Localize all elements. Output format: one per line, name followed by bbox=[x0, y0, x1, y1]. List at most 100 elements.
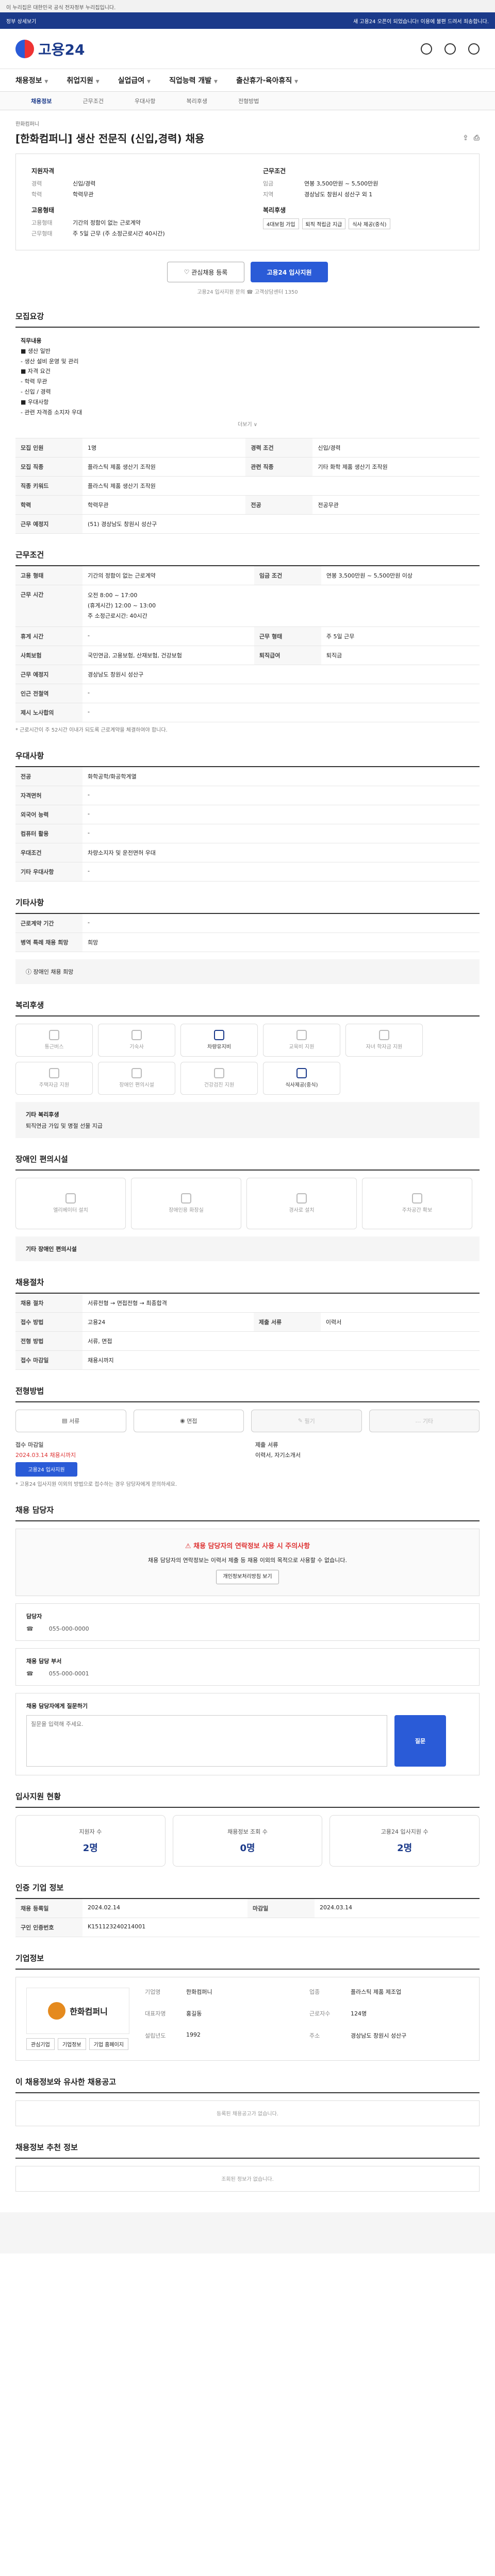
time-line: (휴게시간) 12:00 ~ 13:00 bbox=[88, 602, 156, 609]
recommend-empty: 조회된 정보가 없습니다. bbox=[15, 2165, 480, 2192]
row-value: 이력서 bbox=[320, 1312, 480, 1332]
elevator-icon bbox=[65, 1193, 76, 1204]
gnb-item[interactable]: 취업지원 ▼ bbox=[67, 75, 99, 86]
menu-icon[interactable] bbox=[468, 43, 480, 55]
tab-welfare[interactable]: 복리후생 bbox=[186, 97, 207, 105]
process-section: 채용절차 채용 절차 서류전형 → 면접전형 → 최종합격 접수 방법 고용24 제출… bbox=[15, 1277, 480, 1370]
row-value: 124명 bbox=[351, 2010, 367, 2018]
row-value: - bbox=[82, 862, 480, 882]
conditions-section: 근무조건 고용 형태 기간의 정함이 없는 근로계약 임금 조건 연봉 3,500만원… bbox=[15, 549, 480, 734]
user-icon[interactable] bbox=[444, 43, 456, 55]
welfare-label: 기숙사 bbox=[129, 1044, 144, 1050]
row-value: 고용24 bbox=[82, 1312, 254, 1332]
duty-line: ■ 자격 요건 bbox=[21, 368, 51, 375]
time-line: 오전 8:00 ~ 17:00 bbox=[88, 592, 138, 599]
manager-warning: ⚠ 채용 담당자의 연락정보 사용 시 주의사항 채용 담당자의 연락정보는 이… bbox=[15, 1528, 480, 1596]
tab-preference[interactable]: 우대사항 bbox=[135, 97, 155, 105]
row-value: 플라스틱 제품 제조업 bbox=[351, 1988, 402, 1995]
graduation-cap-icon bbox=[379, 1030, 389, 1041]
section-heading: 인증 기업 정보 bbox=[15, 1882, 480, 1899]
apply-button[interactable]: 고용24 입사지원 bbox=[251, 262, 328, 282]
row-value: 차량소지자 및 운전면허 우대 bbox=[82, 843, 480, 862]
company-logo-text: 한화컴퍼니 bbox=[70, 2006, 108, 2016]
table-row: 휴게 시간 - 근무 형태 주 5일 근무 bbox=[15, 626, 480, 646]
row-key: 근무 형태 bbox=[254, 626, 321, 646]
disabled-section: 장애인 편의시설 엘리베이터 설치 장애인용 화장실 경사로 설치 주차공간 확… bbox=[15, 1154, 480, 1261]
chevron-down-icon: ▼ bbox=[44, 79, 48, 84]
welfare-other: 기타 복리후생 퇴직연금 가입 및 명절 선물 지급 bbox=[15, 1101, 480, 1138]
table-row: 접수 방법 고용24 제출 서류 이력서 bbox=[15, 1312, 480, 1332]
manager-title: 담당자 bbox=[26, 1613, 42, 1620]
stat-label: 지원자 수 bbox=[79, 1828, 102, 1835]
privacy-policy-button[interactable]: 개인정보처리방침 보기 bbox=[216, 1569, 279, 1584]
disabled-item: 경사로 설치 bbox=[246, 1177, 357, 1229]
question-input[interactable] bbox=[26, 1715, 387, 1767]
interest-button[interactable]: ♡ 관심채용 등록 bbox=[167, 262, 244, 282]
job-actions: ♡ 관심채용 등록 고용24 입사지원 bbox=[15, 262, 480, 282]
search-icon[interactable] bbox=[421, 43, 432, 55]
gnb-item[interactable]: 직업능력 개발 ▼ bbox=[169, 75, 218, 86]
company-info-button[interactable]: 기업정보 bbox=[57, 2038, 86, 2050]
apply-small-button[interactable]: 고용24 입사지원 bbox=[15, 1462, 77, 1477]
info-table: 채용 등록일 2024.02.14 마감일 2024.03.14 구인 인증번호 K15… bbox=[15, 1899, 480, 1937]
summary-key: 임금 bbox=[263, 180, 274, 187]
row-key: 접수 방법 bbox=[15, 1312, 82, 1332]
welfare-item: 통근버스 bbox=[15, 1023, 93, 1057]
method-other: … 기타 bbox=[369, 1409, 480, 1432]
row-value: 플라스틱 제품 생산기 조작원 bbox=[82, 476, 480, 496]
site-logo[interactable]: 고용24 bbox=[15, 39, 85, 59]
row-value: - bbox=[82, 805, 480, 824]
recruit-table: 모집 인원 1명 경력 조건 신입/경력 모집 직종 플라스틱 제품 생산기 조작원 관련… bbox=[15, 438, 480, 534]
apply-section: 전형방법 ▤ 서류 ◉ 면접 ✎ 필기 … 기타 접수 마감일 2024.03.… bbox=[15, 1385, 480, 1489]
gnb-item[interactable]: 채용정보 ▼ bbox=[15, 75, 48, 86]
row-value: - bbox=[82, 824, 480, 843]
row-value: 학력무관 bbox=[82, 495, 246, 515]
document-icon: ▤ bbox=[62, 1417, 70, 1425]
gnb-item[interactable]: 실업급여 ▼ bbox=[118, 75, 151, 86]
table-row: 모집 인원 1명 경력 조건 신입/경력 bbox=[15, 438, 480, 458]
row-value: 1992 bbox=[186, 2031, 201, 2038]
company-name: 한화컴퍼니 bbox=[15, 122, 39, 127]
apply-note: 고용24 입사지원 문의 ☎ 고객상담센터 1350 bbox=[197, 290, 298, 295]
question-submit-button[interactable]: 질문 bbox=[394, 1715, 446, 1767]
summary-heading: 근무조건 bbox=[263, 167, 286, 175]
row-key: 우대조건 bbox=[15, 843, 82, 862]
stat-card: 지원자 수 2명 bbox=[15, 1815, 166, 1867]
deadline-value: 2024.03.14 채용시까지 bbox=[15, 1451, 76, 1459]
other-extra-text: 장애인 채용 희망 bbox=[33, 968, 74, 975]
print-icon[interactable]: ⎙ bbox=[474, 134, 480, 142]
benefit-tag: 식사 제공(중식) bbox=[349, 218, 390, 229]
recommend-section: 채용정보 추천 정보 조회된 정보가 없습니다. bbox=[15, 2142, 480, 2192]
disabled-label: 주차공간 확보 bbox=[402, 1208, 433, 1214]
section-title: 근무조건 bbox=[15, 550, 44, 560]
stats-section: 입사지원 현황 지원자 수 2명 채용정보 조회 수 0명 고용24 입사지원 수 2… bbox=[15, 1791, 480, 1867]
share-icon[interactable]: ⇪ bbox=[463, 134, 469, 142]
welfare-label: 장애인 편의시설 bbox=[119, 1082, 154, 1089]
phone-icon: ☎ bbox=[26, 1670, 34, 1677]
notice-right-text[interactable]: 새 고용24 오픈이 되었습니다! 이용에 불편 드려서 죄송합니다. bbox=[353, 17, 489, 25]
deadline-label: 접수 마감일 bbox=[15, 1441, 44, 1448]
ramp-icon bbox=[296, 1193, 307, 1204]
section-heading: 채용절차 bbox=[15, 1277, 480, 1294]
tab-process[interactable]: 전형방법 bbox=[238, 97, 259, 105]
gnb-item[interactable]: 출산휴가·육아휴직 ▼ bbox=[236, 75, 298, 86]
apply-note: * 고용24 입사지원 이외의 방법으로 접수하는 경우 담당자에게 문의하세요… bbox=[15, 1481, 177, 1487]
more-button[interactable]: 더보기 ∨ bbox=[21, 420, 474, 430]
row-key: 학력 bbox=[15, 495, 82, 515]
company-card: 한화컴퍼니 관심기업 기업정보 기업 홈페이지 기업명 한화컴퍼니 업종 플라스틱 제… bbox=[15, 1976, 480, 2061]
job-title: [한화컴퍼니] 생산 전문직 (신입,경력) 채용 bbox=[15, 132, 205, 145]
similar-empty: 등록된 채용공고가 없습니다. bbox=[15, 2100, 480, 2126]
section-heading: 채용 담당자 bbox=[15, 1504, 480, 1521]
row-value: 채용시까지 bbox=[82, 1350, 480, 1370]
accessibility-icon bbox=[131, 1068, 142, 1079]
tab-conditions[interactable]: 근무조건 bbox=[82, 97, 103, 105]
method-label: 면접 bbox=[187, 1417, 197, 1425]
company-logo: 한화컴퍼니 bbox=[26, 1987, 129, 2034]
section-title: 복리후생 bbox=[15, 1000, 44, 1010]
section-tabs: 채용정보 근무조건 우대사항 복리후생 전형방법 bbox=[0, 92, 495, 110]
company-homepage-button[interactable]: 기업 홈페이지 bbox=[89, 2038, 129, 2050]
tab-recruit[interactable]: 채용정보 bbox=[31, 97, 52, 105]
other-extra: ⓘ 장애인 채용 희망 bbox=[15, 959, 480, 984]
row-value: 기간의 정함이 없는 근로계약 bbox=[82, 566, 254, 586]
company-interest-button[interactable]: 관심기업 bbox=[26, 2038, 55, 2050]
